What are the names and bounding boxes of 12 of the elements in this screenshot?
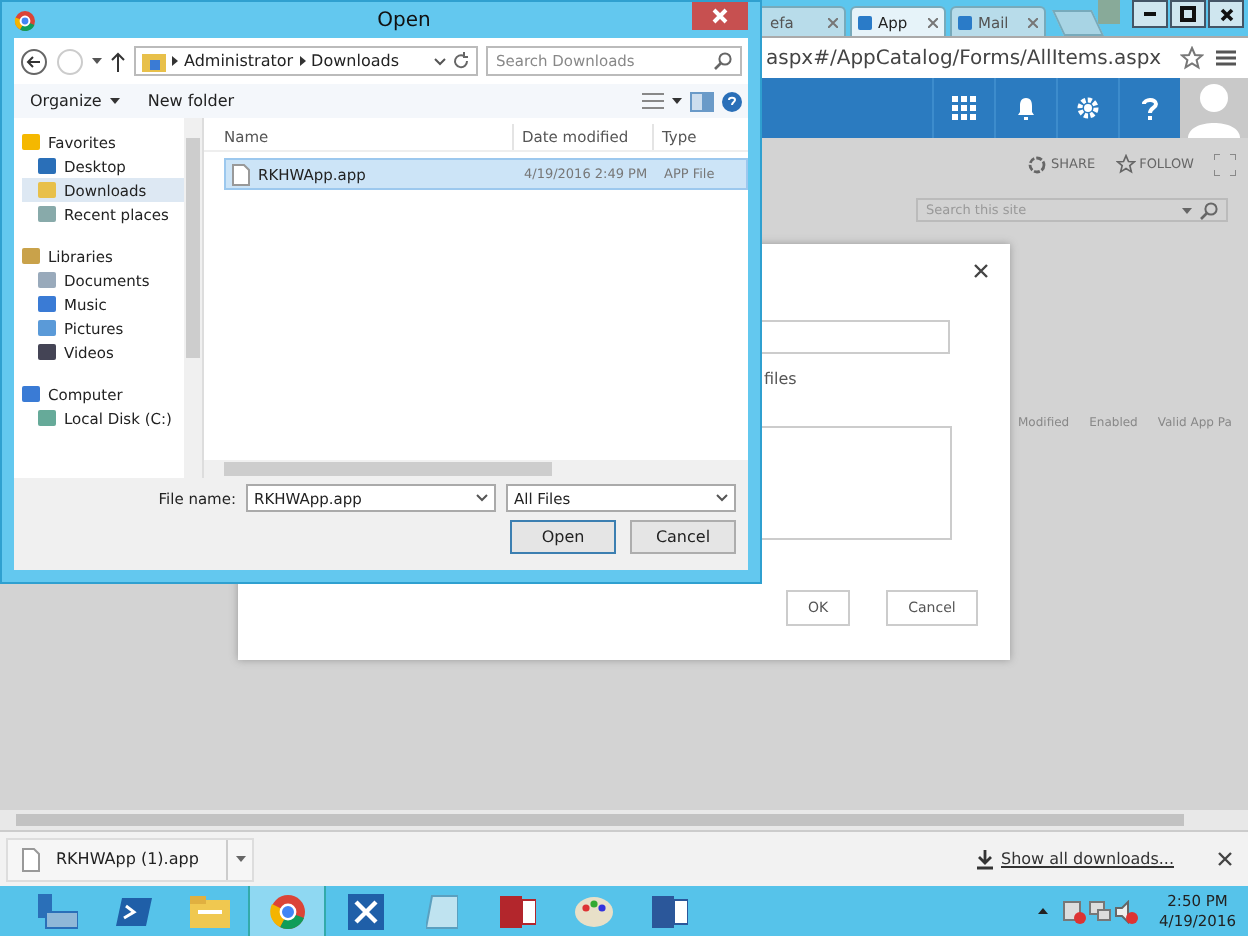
dialog-button[interactable]: Cancel <box>630 520 736 554</box>
new-folder-button[interactable]: New folder <box>137 92 245 110</box>
address-field[interactable]: aspx#/AppCatalog/Forms/AllItems.aspx <box>766 47 1168 69</box>
path-field[interactable]: Administrator Downloads <box>134 46 478 76</box>
download-item[interactable]: RKHWApp (1).app <box>6 837 254 881</box>
organize-button[interactable]: Organize <box>20 92 130 110</box>
dialog-button[interactable]: Open <box>510 520 616 554</box>
breadcrumb-item[interactable]: Administrator <box>184 52 294 70</box>
show-all-downloads-link[interactable]: Show all downloads... <box>1001 850 1174 868</box>
dialog-title: Open <box>377 9 431 31</box>
breadcrumb-item[interactable]: Downloads <box>311 52 399 70</box>
dialog-text: files <box>764 370 797 388</box>
